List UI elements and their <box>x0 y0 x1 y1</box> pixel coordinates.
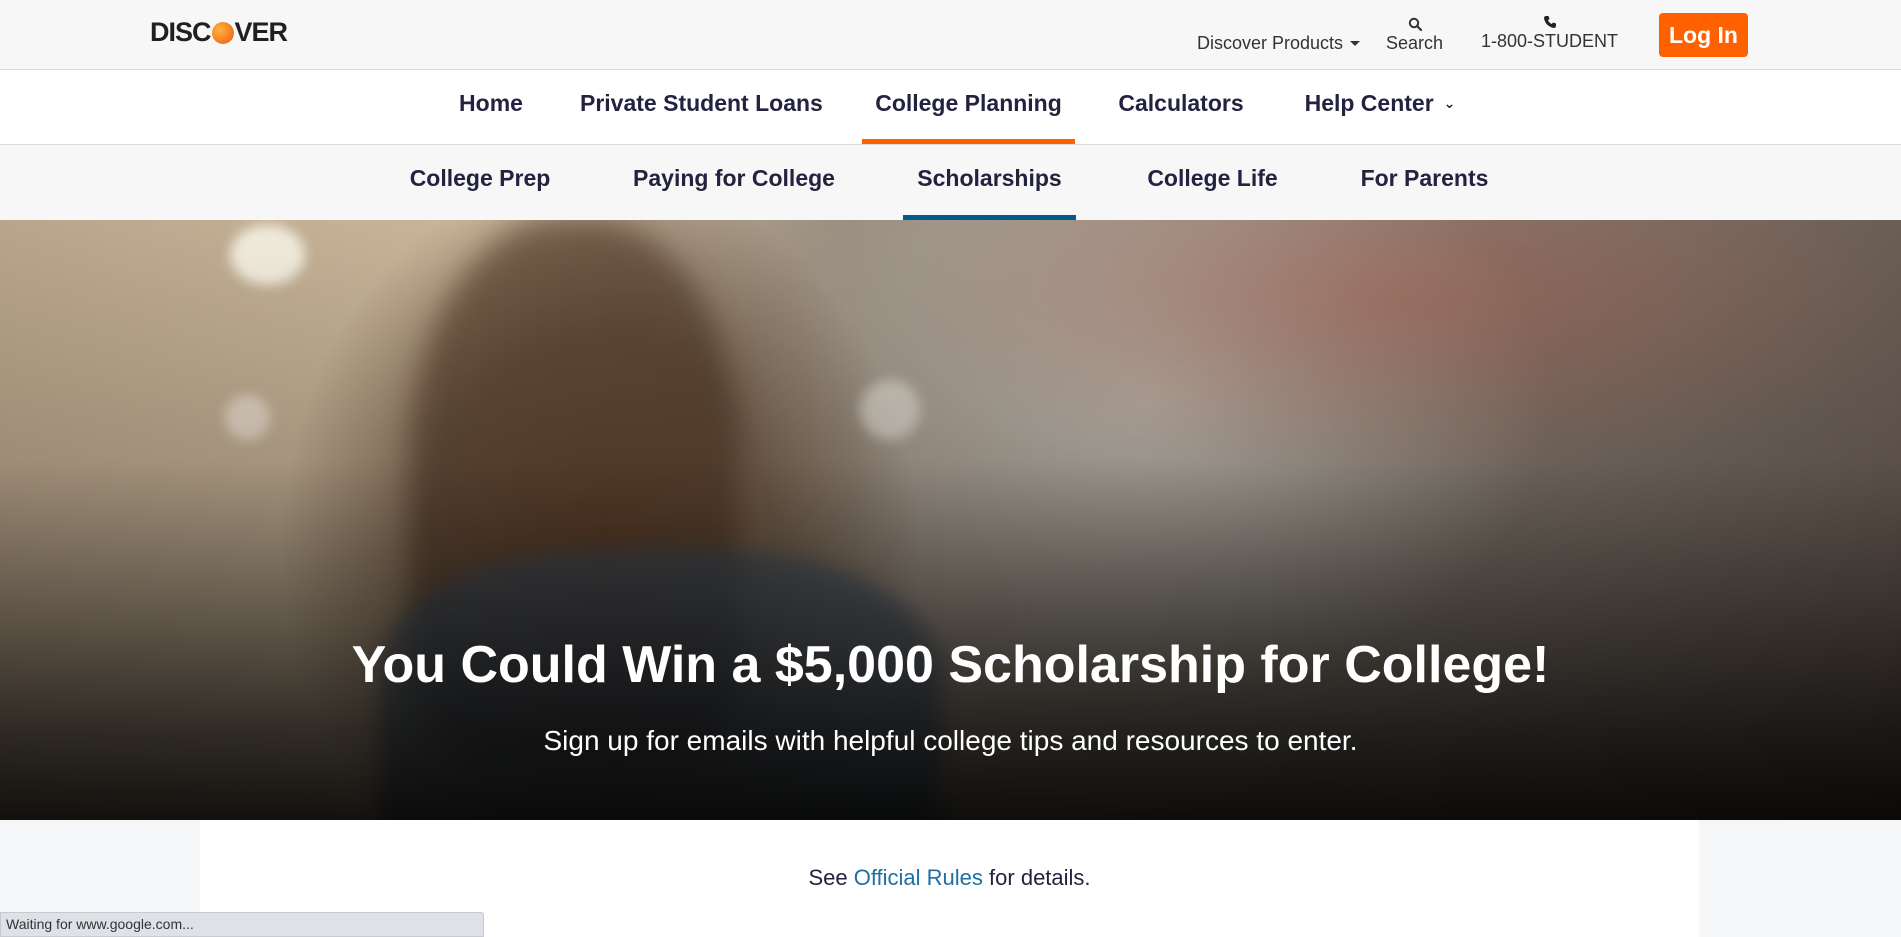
caret-down-icon <box>1350 40 1361 46</box>
subnav-item-label: For Parents <box>1360 165 1489 191</box>
rules-suffix: for details. <box>989 865 1091 890</box>
subnav-item-label: College Prep <box>409 165 551 191</box>
search-label: Search <box>1386 33 1444 53</box>
logo-text-end: VER <box>234 17 289 47</box>
nav-item-calculators[interactable]: Calculators <box>1118 70 1244 144</box>
main-nav: Home Private Student Loans College Plann… <box>0 70 1901 145</box>
official-rules-link[interactable]: Official Rules <box>854 865 983 890</box>
nav-item-private-student-loans[interactable]: Private Student Loans <box>580 70 823 144</box>
logo-orb-icon <box>211 21 234 44</box>
subnav-item-college-life[interactable]: College Life <box>1140 145 1285 220</box>
browser-status-bar: Waiting for www.google.com... <box>0 912 484 937</box>
nav-item-help-center[interactable]: Help Center ⌄ <box>1300 70 1460 144</box>
utility-header: DISC VER Discover Products Search 1-800-S… <box>0 0 1901 70</box>
subnav-item-label: College Life <box>1147 165 1278 191</box>
subnav-item-paying-for-college[interactable]: Paying for College <box>630 145 838 220</box>
login-button[interactable]: Log In <box>1659 13 1748 57</box>
logo-text-start: DISC <box>150 17 212 47</box>
subnav-item-label: Paying for College <box>633 165 835 191</box>
search-icon <box>1408 17 1422 31</box>
nav-item-label: College Planning <box>875 90 1062 116</box>
discover-products-menu[interactable]: Discover Products <box>1197 31 1361 55</box>
discover-logo[interactable]: DISC VER <box>150 17 289 48</box>
browser-status-text: Waiting for www.google.com... <box>6 916 194 932</box>
official-rules-line: See Official Rules for details. <box>200 865 1699 891</box>
nav-item-label: Home <box>459 90 523 116</box>
subnav-item-label: Scholarships <box>917 165 1062 191</box>
search-link[interactable]: Search <box>1386 17 1443 57</box>
sub-nav: College Prep Paying for College Scholars… <box>0 145 1901 220</box>
nav-item-label: Private Student Loans <box>580 90 823 116</box>
subnav-item-college-prep[interactable]: College Prep <box>405 145 555 220</box>
hero-title: You Could Win a $5,000 Scholarship for C… <box>351 636 1550 694</box>
hero-banner: You Could Win a $5,000 Scholarship for C… <box>0 220 1901 820</box>
chevron-down-icon: ⌄ <box>1443 95 1456 111</box>
nav-item-label: Calculators <box>1118 90 1244 116</box>
discover-products-label: Discover Products <box>1197 32 1344 53</box>
rules-prefix: See <box>808 865 848 890</box>
nav-item-label: Help Center <box>1304 90 1434 116</box>
phone-number-label: 1-800-STUDENT <box>1481 31 1619 51</box>
subnav-item-scholarships[interactable]: Scholarships <box>903 145 1076 220</box>
phone-icon <box>1543 16 1556 28</box>
nav-item-home[interactable]: Home <box>455 70 527 144</box>
nav-item-college-planning[interactable]: College Planning <box>862 70 1075 144</box>
hero-subtitle: Sign up for emails with helpful college … <box>543 725 1358 756</box>
subnav-item-for-parents[interactable]: For Parents <box>1352 145 1497 220</box>
phone-link[interactable]: 1-800-STUDENT <box>1481 15 1618 55</box>
